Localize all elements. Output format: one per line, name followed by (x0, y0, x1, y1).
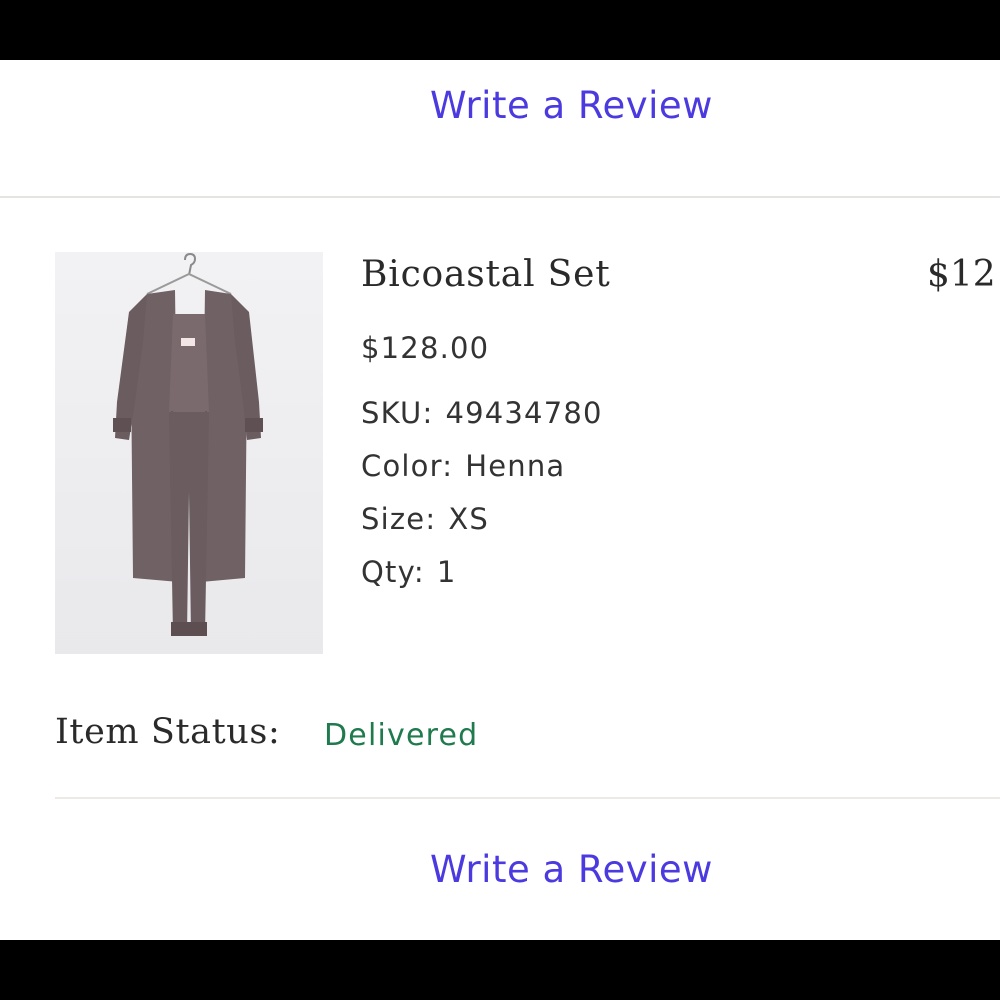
sku-row: SKU: 49434780 (361, 396, 603, 430)
write-review-link-top[interactable]: Write a Review (0, 84, 1000, 127)
top-letterbox (0, 0, 1000, 60)
color-row: Color: Henna (361, 449, 565, 483)
product-image[interactable] (55, 252, 323, 654)
product-price: $128.00 (361, 331, 490, 365)
color-value: Henna (465, 449, 566, 483)
size-row: Size: XS (361, 502, 489, 536)
item-status-value: Delivered (324, 718, 479, 753)
write-review-link-bottom[interactable]: Write a Review (0, 848, 1000, 891)
section-divider (0, 196, 1000, 198)
qty-row: Qty: 1 (361, 555, 456, 589)
order-item-screen: Write a Review Bicoastal Set $12 $128.00… (0, 60, 1000, 940)
size-value: XS (448, 502, 489, 536)
bottom-letterbox (0, 940, 1000, 1000)
size-label: Size: (361, 502, 437, 536)
line-total-price: $12 (927, 254, 996, 295)
color-label: Color: (361, 449, 454, 483)
qty-value: 1 (436, 555, 457, 589)
product-name[interactable]: Bicoastal Set (361, 254, 610, 295)
sku-label: SKU: (361, 396, 434, 430)
item-status-label: Item Status: (55, 712, 281, 752)
qty-label: Qty: (361, 555, 425, 589)
sku-value: 49434780 (445, 396, 603, 430)
product-photo (113, 252, 263, 636)
item-divider (55, 797, 1000, 799)
